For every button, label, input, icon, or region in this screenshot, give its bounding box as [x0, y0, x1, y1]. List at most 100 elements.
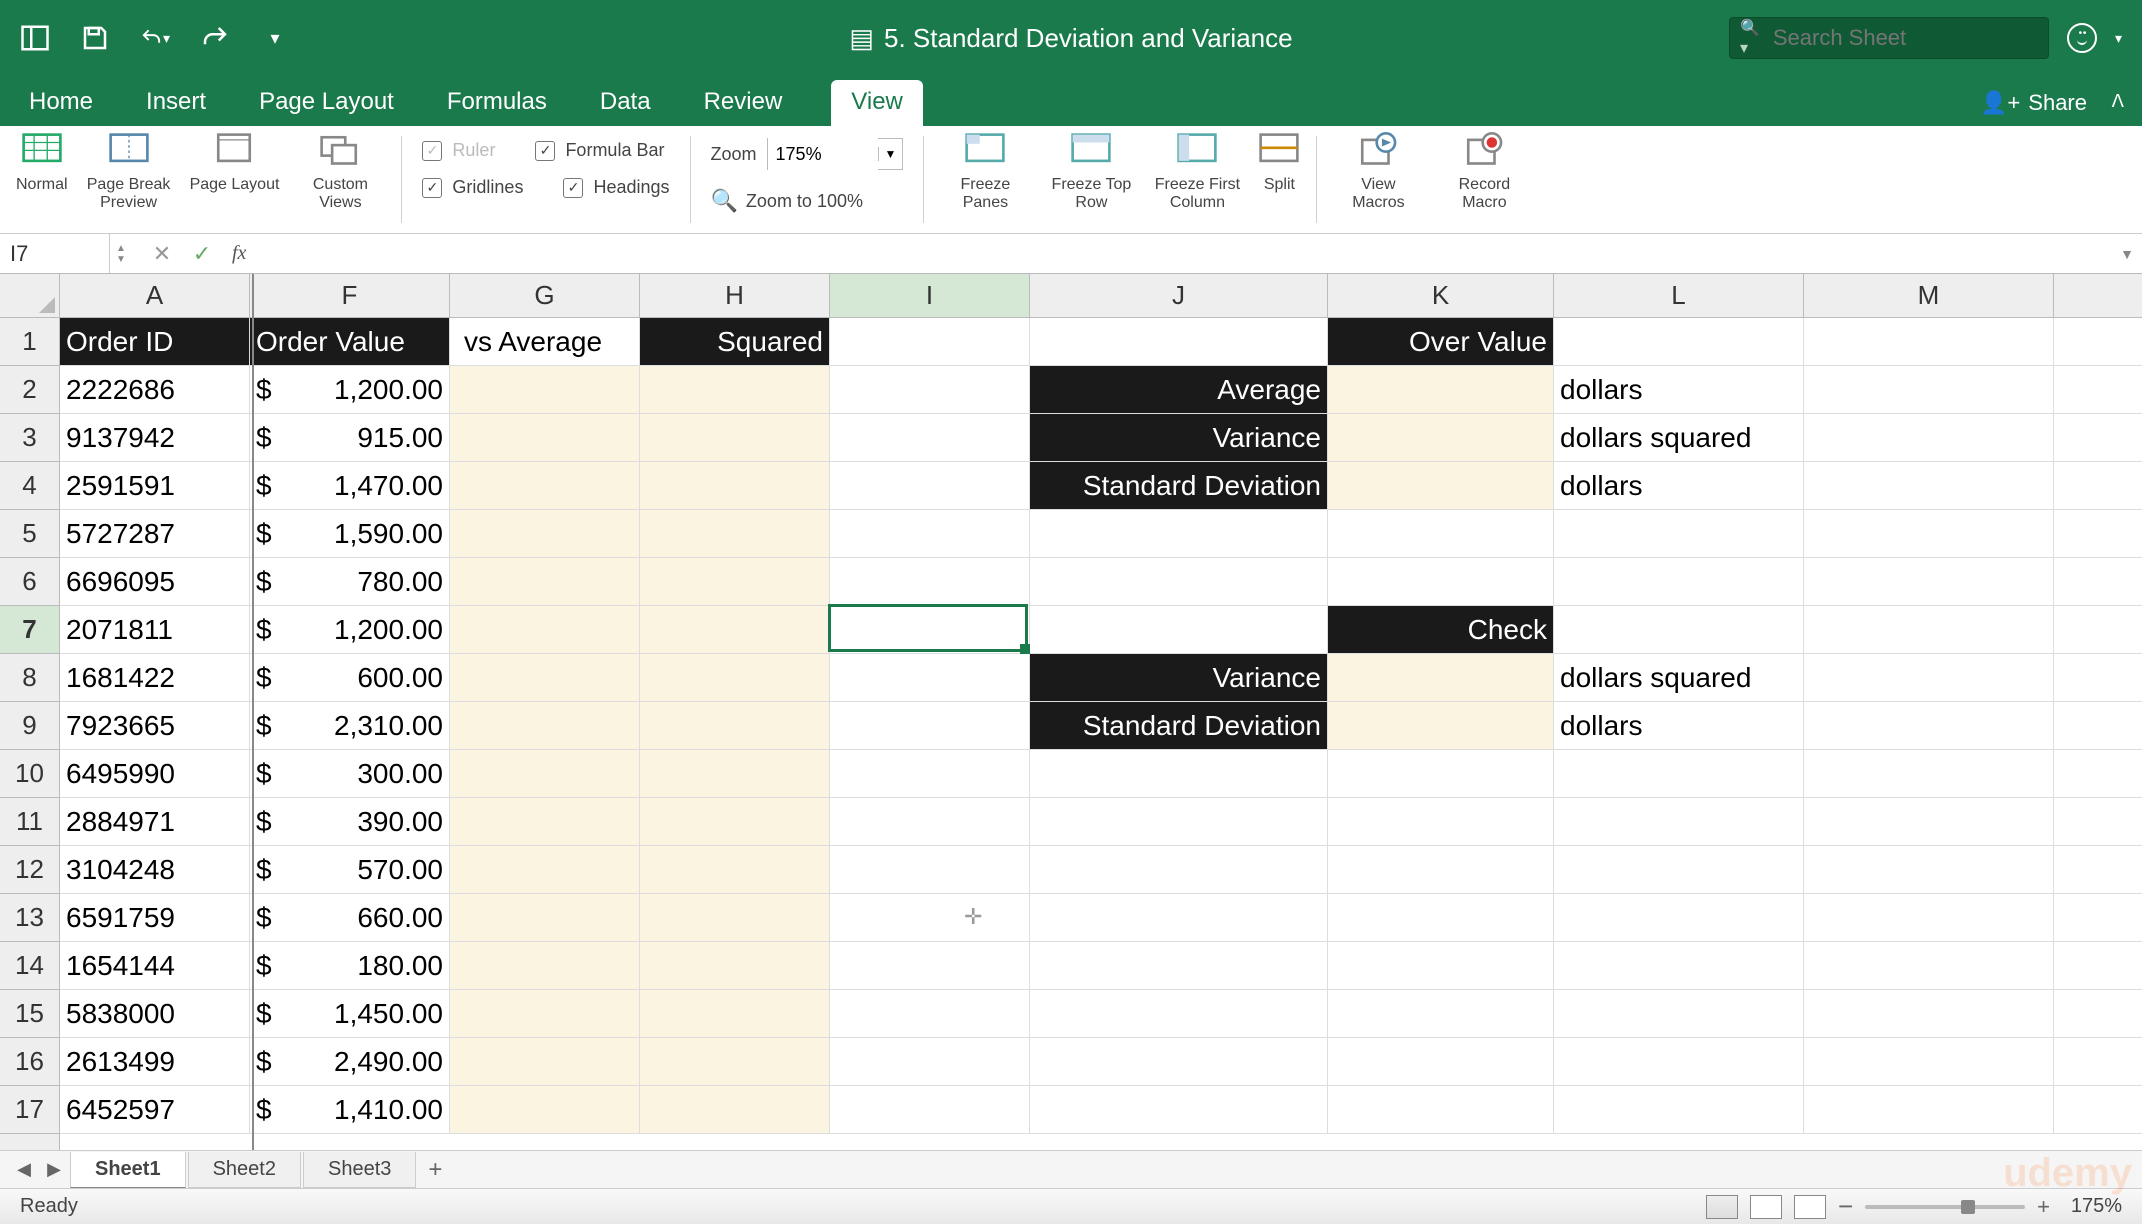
cell-K14[interactable]: [1328, 942, 1554, 990]
cell-L9[interactable]: dollars: [1554, 702, 1804, 750]
cell-J4[interactable]: Standard Deviation: [1030, 462, 1328, 510]
cell-K12[interactable]: [1328, 846, 1554, 894]
cell-N5[interactable]: [2054, 510, 2142, 558]
cell-J3[interactable]: Variance: [1030, 414, 1328, 462]
cell-I4[interactable]: [830, 462, 1030, 510]
cell-J15[interactable]: [1030, 990, 1328, 1038]
row-header-12[interactable]: 12: [0, 846, 59, 894]
undo-icon[interactable]: ▾: [140, 23, 170, 53]
cell-N1[interactable]: [2054, 318, 2142, 366]
viewmacros-button[interactable]: View Macros: [1327, 130, 1429, 229]
cell-A15[interactable]: 5838000: [60, 990, 250, 1038]
row-header-1[interactable]: 1: [0, 318, 59, 366]
sheet-next[interactable]: ▶: [40, 1159, 68, 1180]
feedback-menu[interactable]: ▾: [2115, 30, 2122, 47]
cell-K7[interactable]: Check: [1328, 606, 1554, 654]
cell-G15[interactable]: [450, 990, 640, 1038]
cell-M6[interactable]: [1804, 558, 2054, 606]
qat-more-icon[interactable]: ▾: [260, 23, 290, 53]
customviews-button[interactable]: Custom Views: [289, 130, 391, 229]
namebox-stepper[interactable]: ▲▼: [110, 243, 132, 265]
cell-A14[interactable]: 1654144: [60, 942, 250, 990]
cell-N16[interactable]: [2054, 1038, 2142, 1086]
cell-N12[interactable]: [2054, 846, 2142, 894]
cell-N15[interactable]: [2054, 990, 2142, 1038]
fx-icon[interactable]: fx: [232, 242, 246, 265]
cell-J5[interactable]: [1030, 510, 1328, 558]
cell-G10[interactable]: [450, 750, 640, 798]
cell-H16[interactable]: [640, 1038, 830, 1086]
share-button[interactable]: 👤+Share: [1980, 90, 2087, 116]
col-header-N[interactable]: N: [2054, 274, 2142, 317]
sheet-prev[interactable]: ◀: [10, 1159, 38, 1180]
cell-F10[interactable]: $300.00: [250, 750, 450, 798]
cell-K8[interactable]: [1328, 654, 1554, 702]
cell-M9[interactable]: [1804, 702, 2054, 750]
cell-N6[interactable]: [2054, 558, 2142, 606]
cell-F17[interactable]: $1,410.00: [250, 1086, 450, 1134]
cell-L7[interactable]: [1554, 606, 1804, 654]
cell-L5[interactable]: [1554, 510, 1804, 558]
formula-input[interactable]: [246, 242, 2112, 265]
pagelayout-button[interactable]: Page Layout: [184, 130, 286, 229]
cell-I13[interactable]: [830, 894, 1030, 942]
cell-H14[interactable]: [640, 942, 830, 990]
cell-G16[interactable]: [450, 1038, 640, 1086]
cell-L8[interactable]: dollars squared: [1554, 654, 1804, 702]
cell-J10[interactable]: [1030, 750, 1328, 798]
tab-pagelayout[interactable]: Page Layout: [255, 80, 398, 126]
cell-F13[interactable]: $660.00: [250, 894, 450, 942]
col-header-H[interactable]: H: [640, 274, 830, 317]
cell-G11[interactable]: [450, 798, 640, 846]
cell-F1[interactable]: Order Value: [250, 318, 450, 366]
row-header-7[interactable]: 7: [0, 606, 59, 654]
col-header-J[interactable]: J: [1030, 274, 1328, 317]
cell-G6[interactable]: [450, 558, 640, 606]
cell-M15[interactable]: [1804, 990, 2054, 1038]
cell-K13[interactable]: [1328, 894, 1554, 942]
freezefirst-button[interactable]: Freeze First Column: [1146, 130, 1248, 229]
cell-I3[interactable]: [830, 414, 1030, 462]
sheet-tab-3[interactable]: Sheet3: [303, 1152, 416, 1188]
normal-view-icon[interactable]: [1706, 1195, 1738, 1219]
cell-L4[interactable]: dollars: [1554, 462, 1804, 510]
freezepanes-button[interactable]: Freeze Panes: [934, 130, 1036, 229]
cell-M17[interactable]: [1804, 1086, 2054, 1134]
cell-F16[interactable]: $2,490.00: [250, 1038, 450, 1086]
cell-K5[interactable]: [1328, 510, 1554, 558]
tab-formulas[interactable]: Formulas: [443, 80, 551, 126]
cell-N10[interactable]: [2054, 750, 2142, 798]
cell-I8[interactable]: [830, 654, 1030, 702]
cell-A9[interactable]: 7923665: [60, 702, 250, 750]
cell-J14[interactable]: [1030, 942, 1328, 990]
cell-K9[interactable]: [1328, 702, 1554, 750]
cell-K1[interactable]: Over Value: [1328, 318, 1554, 366]
cell-H15[interactable]: [640, 990, 830, 1038]
cell-H7[interactable]: [640, 606, 830, 654]
cell-A2[interactable]: 2222686: [60, 366, 250, 414]
cell-G3[interactable]: [450, 414, 640, 462]
pagebreak-view-icon[interactable]: [1794, 1195, 1826, 1219]
headings-checkbox[interactable]: ✓Headings: [563, 173, 669, 202]
cell-I10[interactable]: [830, 750, 1030, 798]
cell-I12[interactable]: [830, 846, 1030, 894]
cell-L14[interactable]: [1554, 942, 1804, 990]
tab-home[interactable]: Home: [25, 80, 97, 126]
cell-H3[interactable]: [640, 414, 830, 462]
zoom100-button[interactable]: 🔍 Zoom to 100%: [711, 184, 904, 218]
row-header-8[interactable]: 8: [0, 654, 59, 702]
row-header-13[interactable]: 13: [0, 894, 59, 942]
cell-M3[interactable]: [1804, 414, 2054, 462]
row-header-16[interactable]: 16: [0, 1038, 59, 1086]
expand-formula-icon[interactable]: ▼: [2112, 246, 2142, 262]
cell-A5[interactable]: 5727287: [60, 510, 250, 558]
cell-A10[interactable]: 6495990: [60, 750, 250, 798]
cell-K2[interactable]: [1328, 366, 1554, 414]
cell-J7[interactable]: [1030, 606, 1328, 654]
col-header-K[interactable]: K: [1328, 274, 1554, 317]
row-header-4[interactable]: 4: [0, 462, 59, 510]
tab-data[interactable]: Data: [596, 80, 655, 126]
cell-G14[interactable]: [450, 942, 640, 990]
cell-J9[interactable]: Standard Deviation: [1030, 702, 1328, 750]
pagebreak-button[interactable]: Page Break Preview: [78, 130, 180, 229]
